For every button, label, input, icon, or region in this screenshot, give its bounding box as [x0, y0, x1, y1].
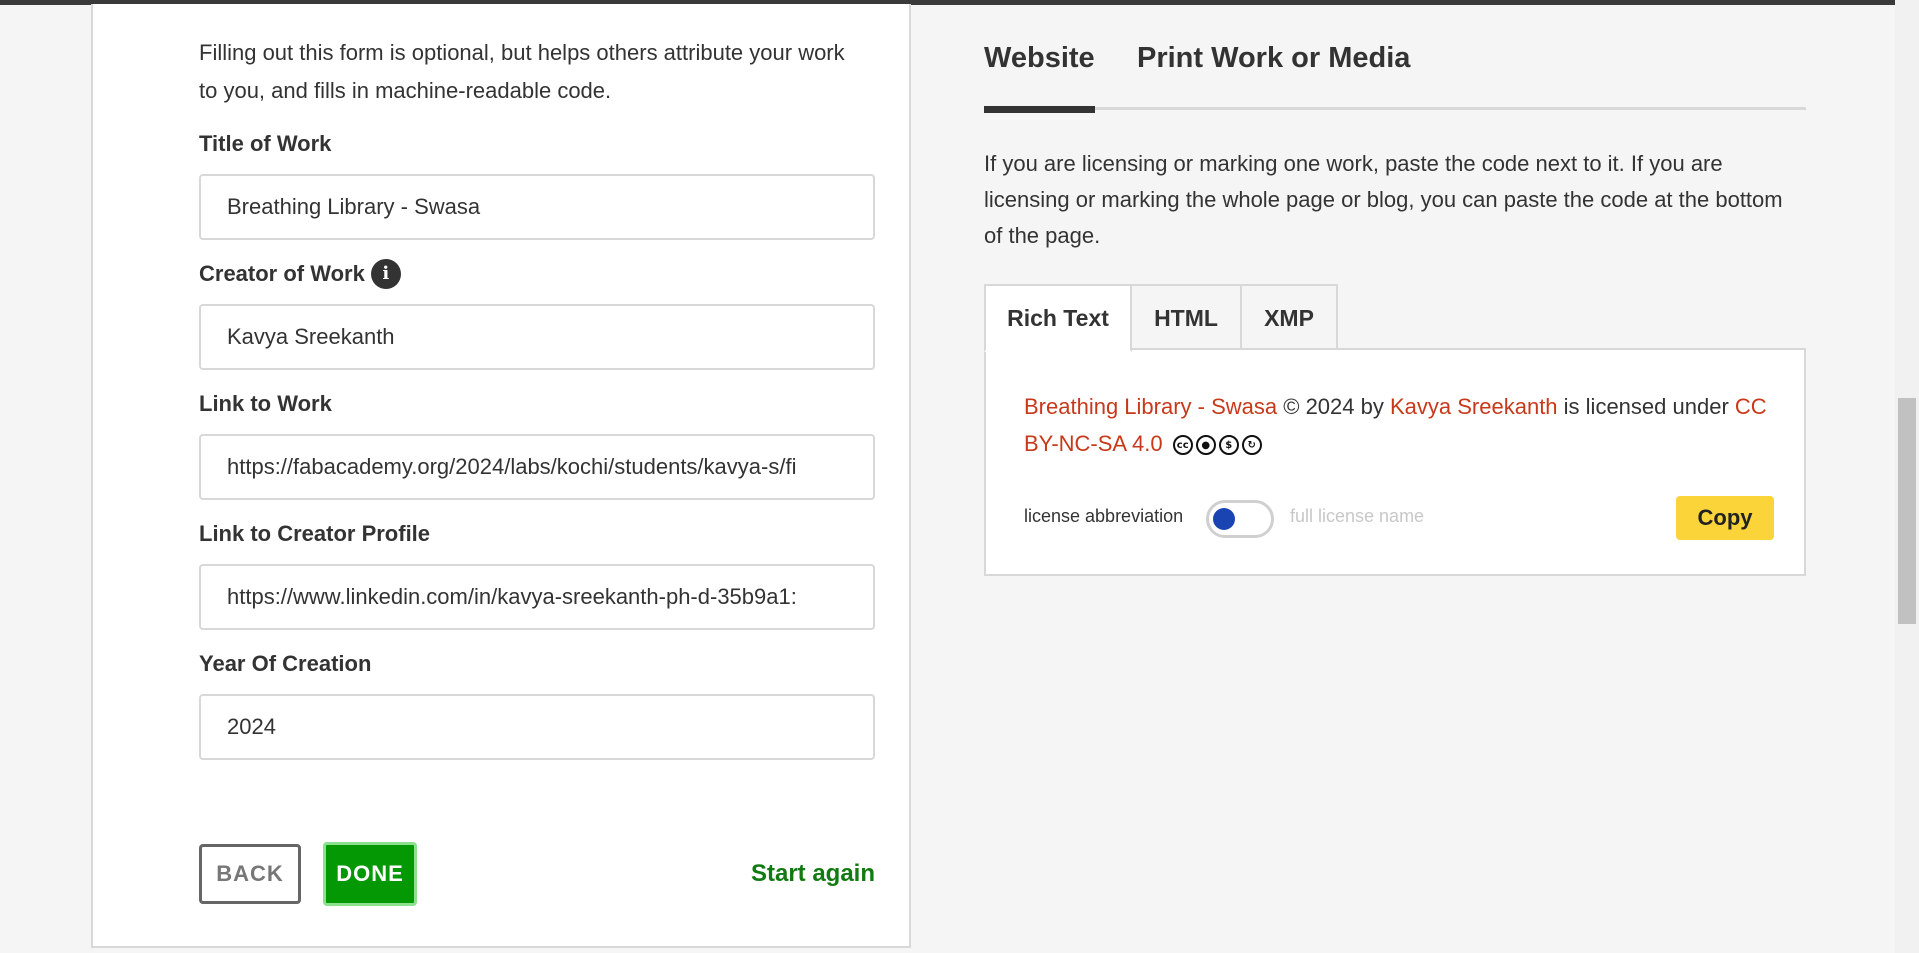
link-to-work-label-text: Link to Work — [199, 391, 332, 416]
info-icon[interactable]: i — [370, 259, 401, 289]
work-title-link[interactable]: Breathing Library - Swasa — [1024, 394, 1277, 419]
year-of-creation-input[interactable] — [199, 694, 875, 760]
nc-icon: $ — [1218, 435, 1239, 456]
license-abbreviation-label: license abbreviation — [1024, 506, 1184, 526]
link-to-work-label: Link to Work — [199, 390, 875, 418]
creator-link[interactable]: Kavya Sreekanth — [1390, 394, 1558, 419]
tab-print-work-or-media[interactable]: Print Work or Media — [1137, 38, 1410, 110]
done-button[interactable]: DONE — [323, 842, 417, 906]
link-to-creator-profile-input[interactable] — [199, 564, 875, 630]
link-to-creator-profile-label-text: Link to Creator Profile — [199, 521, 431, 546]
form-body: Filling out this form is optional, but h… — [199, 34, 875, 760]
rich-text-panel: Breathing Library - Swasa © 2024 by Kavy… — [984, 348, 1806, 576]
form-actions: BACK DONE Start again — [199, 840, 875, 906]
year-of-creation-label: Year Of Creation — [199, 650, 875, 678]
scrollbar-thumb[interactable] — [1898, 398, 1916, 624]
license-name-toggle-row: license abbreviation full license name C… — [1024, 496, 1774, 542]
year-of-creation-label-text: Year Of Creation — [199, 651, 372, 676]
license-icons: cc ● $ ↻ — [1172, 435, 1262, 456]
creator-of-work-input[interactable] — [199, 304, 875, 370]
main-tabs: Website Print Work or Media — [984, 38, 1806, 113]
tab-rich-text[interactable]: Rich Text — [984, 284, 1132, 352]
title-of-work-label-text: Title of Work — [199, 131, 332, 156]
page-scrollbar[interactable] — [1895, 0, 1919, 953]
instructions-text: If you are licensing or marking one work… — [984, 151, 1783, 248]
attribution-text: Breathing Library - Swasa © 2024 by Kavy… — [1024, 388, 1774, 462]
license-name-toggle[interactable] — [1206, 500, 1274, 538]
licensed-under-text: is licensed under — [1563, 394, 1729, 419]
tab-html[interactable]: HTML — [1130, 284, 1242, 352]
creator-of-work-label: Creator of Work i — [199, 259, 875, 289]
by-icon: ● — [1195, 435, 1216, 456]
sa-icon: ↻ — [1241, 435, 1262, 456]
creator-of-work-label-text: Creator of Work — [199, 261, 365, 286]
cc-icon: cc — [1172, 435, 1193, 456]
title-of-work-input[interactable] — [199, 174, 875, 240]
full-license-name-label: full license name — [1290, 506, 1425, 526]
link-to-creator-profile-label: Link to Creator Profile — [199, 520, 875, 548]
title-of-work-label: Title of Work — [199, 130, 875, 158]
tab-website[interactable]: Website — [984, 38, 1095, 113]
copyright-text: © 2024 by — [1283, 394, 1384, 419]
back-button[interactable]: BACK — [199, 844, 301, 904]
link-to-work-input[interactable] — [199, 434, 875, 500]
start-again-link[interactable]: Start again — [751, 860, 875, 888]
toggle-knob — [1213, 508, 1235, 530]
tab-xmp[interactable]: XMP — [1240, 284, 1338, 352]
attribution-form-card: Filling out this form is optional, but h… — [91, 4, 911, 948]
copy-button[interactable]: Copy — [1676, 496, 1774, 540]
form-intro-text: Filling out this form is optional, but h… — [199, 40, 845, 103]
